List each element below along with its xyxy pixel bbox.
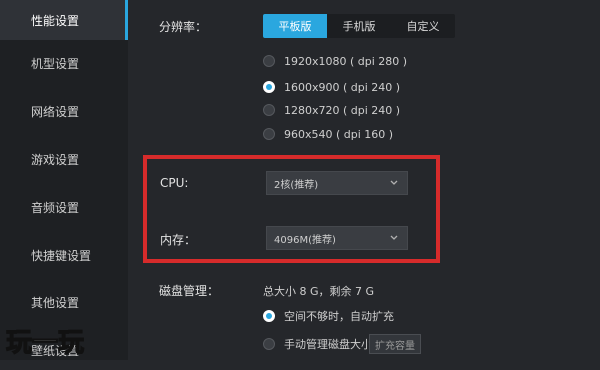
sidebar-item-label: 快捷键设置 — [31, 248, 92, 263]
chevron-down-icon — [390, 180, 398, 185]
sidebar-item-label: 性能设置 — [31, 13, 80, 28]
radio-button[interactable] — [263, 55, 275, 67]
sidebar-item-performance[interactable]: 性能设置 — [0, 0, 128, 40]
disk-option-label: 手动管理磁盘大小 — [284, 338, 372, 351]
sidebar-item-audio[interactable]: 音频设置 — [0, 187, 128, 227]
sidebar-item-label: 机型设置 — [31, 56, 80, 71]
resolution-option-label: 1280x720 ( dpi 240 ) — [284, 103, 401, 117]
resolution-mode-tabs: 平板版 手机版 自定义 — [263, 14, 455, 38]
sidebar-item-game[interactable]: 游戏设置 — [0, 139, 128, 179]
sidebar-item-label: 网络设置 — [31, 104, 80, 119]
sidebar-item-other[interactable]: 其他设置 — [0, 282, 128, 322]
radio-button[interactable] — [263, 128, 275, 140]
memory-label: 内存： — [160, 233, 197, 247]
sidebar-item-network[interactable]: 网络设置 — [0, 91, 128, 131]
chevron-down-icon — [390, 235, 398, 240]
memory-select[interactable]: 4096M(推荐) — [266, 226, 408, 250]
sidebar-item-label: 音频设置 — [31, 200, 80, 215]
resolution-option-label: 1600x900 ( dpi 240 ) — [284, 80, 401, 94]
resolution-option-1600[interactable]: 1600x900 ( dpi 240 ) — [263, 79, 400, 95]
settings-sidebar: 性能设置 机型设置 网络设置 游戏设置 音频设置 快捷键设置 其他设置 壁纸设置 — [0, 0, 128, 360]
radio-button[interactable] — [263, 338, 275, 350]
disk-label: 磁盘管理： — [159, 284, 220, 298]
resolution-option-960[interactable]: 960x540 ( dpi 160 ) — [263, 126, 393, 142]
tab-tablet[interactable]: 平板版 — [263, 14, 327, 38]
resolution-option-label: 960x540 ( dpi 160 ) — [284, 127, 394, 141]
cpu-label: CPU: — [160, 176, 189, 190]
tab-custom[interactable]: 自定义 — [391, 14, 455, 38]
cpu-select[interactable]: 2核(推荐) — [266, 171, 408, 195]
sidebar-item-label: 其他设置 — [31, 295, 80, 310]
expand-capacity-button[interactable]: 扩充容量 — [369, 334, 421, 354]
disk-option-auto[interactable]: 空间不够时，自动扩充 — [263, 308, 394, 324]
radio-button[interactable] — [263, 104, 275, 116]
sidebar-item-shortcuts[interactable]: 快捷键设置 — [0, 235, 128, 275]
resolution-option-1280[interactable]: 1280x720 ( dpi 240 ) — [263, 102, 400, 118]
cpu-select-value: 2核(推荐) — [274, 179, 319, 191]
sidebar-item-device-model[interactable]: 机型设置 — [0, 43, 128, 83]
disk-option-manual[interactable]: 手动管理磁盘大小 — [263, 336, 372, 352]
resolution-option-label: 1920x1080 ( dpi 280 ) — [284, 54, 408, 68]
memory-select-value: 4096M(推荐) — [274, 234, 336, 246]
resolution-label: 分辨率： — [159, 20, 208, 34]
disk-info: 总大小 8 G，剩余 7 G — [263, 285, 375, 298]
radio-button-checked[interactable] — [263, 81, 275, 93]
watermark-text: 玩一玩 — [6, 328, 84, 358]
tab-phone[interactable]: 手机版 — [327, 14, 391, 38]
watermark-logo: 玩一玩 — [5, 327, 84, 358]
disk-option-label: 空间不够时，自动扩充 — [284, 310, 394, 323]
sidebar-item-label: 游戏设置 — [31, 152, 80, 167]
radio-button-checked[interactable] — [263, 310, 275, 322]
resolution-option-1920[interactable]: 1920x1080 ( dpi 280 ) — [263, 53, 407, 69]
